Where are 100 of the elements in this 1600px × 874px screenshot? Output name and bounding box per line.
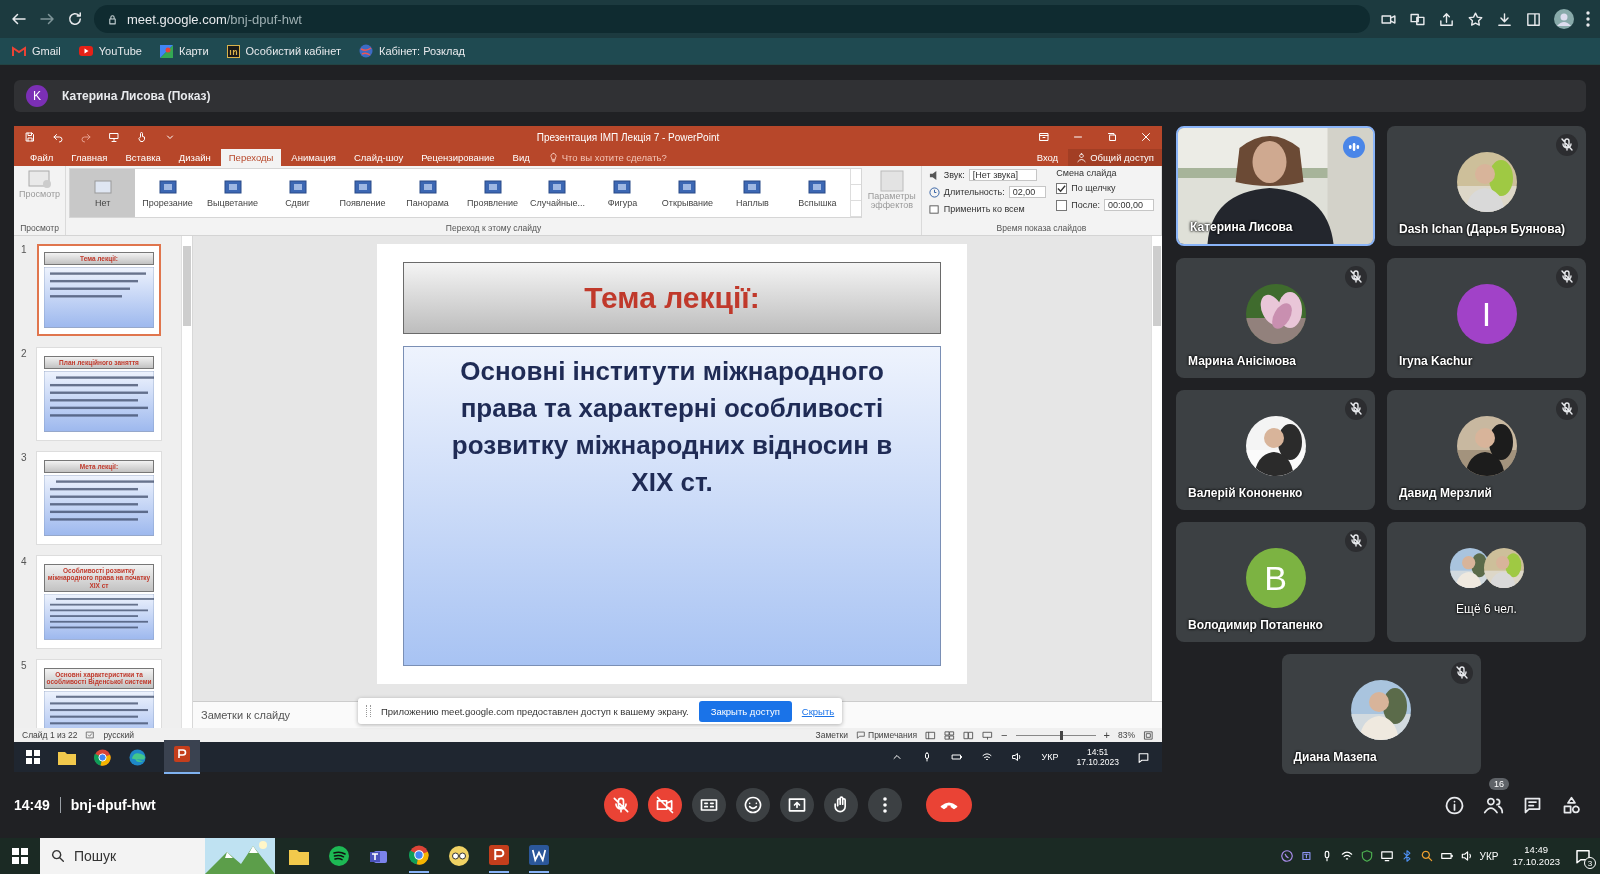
transition-option[interactable]: Фигура [590,169,655,217]
mail-icon [12,45,26,57]
apply-to-all-button[interactable]: Применить ко всем [928,202,1047,216]
bookmark[interactable]: Карти [159,44,209,58]
bookmark[interactable]: YouTube [78,45,142,57]
keyboard-language[interactable]: УКР [1479,850,1499,862]
zoom-out-button[interactable]: − [1001,729,1008,741]
clock[interactable]: 14:51 17.10.2023 [1076,746,1119,768]
chrome-icon[interactable] [94,748,111,766]
ribbon-tab[interactable]: Рецензирование [413,149,503,166]
participant-name: Iryna Kachur [1399,354,1473,368]
participant-tile[interactable]: Давид Мерзлий [1387,390,1586,510]
captions-button[interactable] [692,788,726,822]
zoom-in-button[interactable]: + [1103,729,1110,741]
menu-icon[interactable] [1586,11,1590,27]
participant-tile[interactable]: Dash Ichan (Дарья Буянова) [1387,126,1586,246]
slide-icon [223,178,242,195]
windows-start-icon[interactable] [12,848,28,864]
checkbox[interactable] [1056,199,1068,211]
powerpoint-taskbar-button[interactable] [164,740,200,774]
notification-text: Приложению meet.google.com предоставлен доступ к вашему экрану. [381,705,689,717]
ribbon-tab[interactable]: Главная [63,149,116,166]
transition-option[interactable]: Открывание [654,169,720,217]
mic-off-button[interactable] [604,788,638,822]
scrollbar-thumb[interactable] [183,246,191,326]
ribbon-tab[interactable]: Переходы [220,149,282,166]
transition-option[interactable]: Панорама [395,169,460,217]
scrollbar-thumb[interactable] [1153,246,1161,326]
slide-icon [93,178,112,195]
group-label: Переход к этому слайду [444,223,543,235]
slide-title: Тема лекції: [403,262,941,334]
duration-label: Длительность: [943,187,1005,197]
bookmark[interactable]: Gmail [12,45,61,57]
transition-option[interactable]: Появление [330,169,396,217]
map-icon [159,44,173,58]
slide-icon [288,178,307,195]
keyboard-language[interactable]: УКР [1041,752,1059,762]
tell-me-field[interactable]: Что вы хотите сделать? [547,152,667,166]
undo-icon [52,131,64,143]
language-label: русский [103,730,134,740]
avatar-icon[interactable] [1554,9,1574,29]
comments-button[interactable]: Примечания [856,730,918,740]
address-bar[interactable]: meet.google.com/bnj-dpuf-hwt [94,5,1370,33]
transition-option[interactable]: Выцветание [200,169,266,217]
transition-option[interactable]: Нет [70,169,136,217]
edge-icon[interactable] [129,748,146,766]
transition-option[interactable]: Прорезание [135,169,201,217]
search-icon [1419,849,1434,863]
more-icon [883,797,887,813]
ribbon-tab[interactable]: Вставка [117,149,169,166]
clock[interactable]: 14:49 17.10.2023 [1512,844,1560,868]
lock-icon [106,12,119,26]
checkbox[interactable] [1056,182,1068,194]
ribbon-tab[interactable]: Слайд-шоу [345,149,412,166]
bookmark[interactable]: Кабінет: Розклад [359,44,465,58]
transition-option[interactable]: Случайные... [525,169,590,217]
sidebar-icon [1525,10,1542,28]
participant-tile[interactable]: B Володимир Потапенко [1176,522,1375,642]
participant-tile[interactable]: Диана Мазепа [1281,654,1481,774]
after-time-field[interactable]: 00:00,00 [1103,199,1154,211]
glasses-app-icon[interactable] [449,846,469,866]
spotify-icon[interactable] [329,846,349,866]
ribbon-tab[interactable]: Дизайн [170,149,219,166]
ribbon-tab[interactable]: Файл [22,149,62,166]
present-button[interactable] [780,788,814,822]
transition-option[interactable]: Наплыв [719,169,785,217]
search-field[interactable]: Пошук [40,838,275,874]
transition-option[interactable]: Сдвиг [265,169,331,217]
participant-tile[interactable]: Валерій Кононенко [1176,390,1375,510]
camera-off-button[interactable] [648,788,682,822]
participant-tile[interactable]: Марина Анісімова [1176,258,1375,378]
emoji-button[interactable] [736,788,770,822]
participant-name: Давид Мерзлий [1399,486,1492,500]
ribbon-tab[interactable]: Вид [504,149,538,166]
powerpoint-icon [489,845,509,865]
hide-link[interactable]: Скрыть [801,705,835,717]
folder-icon[interactable] [58,749,76,765]
windows-start-icon[interactable] [26,750,40,764]
participant-tile[interactable]: I Iryna Kachur [1387,258,1586,378]
sign-in-link[interactable]: Вход [1028,152,1067,166]
transition-option[interactable]: Вспышка [784,169,850,217]
ribbon-tab[interactable]: Анимация [283,149,344,166]
raise-hand-button[interactable] [824,788,858,822]
display-icon [1379,849,1394,863]
notes-button[interactable]: Заметки [815,730,849,740]
mic-off-icon [611,795,631,815]
more-options-button[interactable] [868,788,902,822]
duration-field[interactable]: 02,00 [1008,186,1047,198]
participant-tile[interactable]: Ещё 6 чел. [1387,522,1586,642]
transition-option[interactable]: Проявление [460,169,525,217]
folder-icon[interactable] [289,847,309,865]
shield-icon [1359,849,1374,863]
stop-sharing-button[interactable]: Закрыть доступ [698,700,792,722]
chrome-icon [409,845,429,865]
share-button[interactable]: Общий доступ [1068,149,1162,166]
bookmark[interactable]: Особистий кабінет [226,44,341,58]
end-call-button[interactable] [926,788,972,822]
camera-off-icon [655,795,675,815]
sound-dropdown[interactable]: [Нет звука] [968,169,1037,181]
notification-count: 3 [1584,857,1596,869]
